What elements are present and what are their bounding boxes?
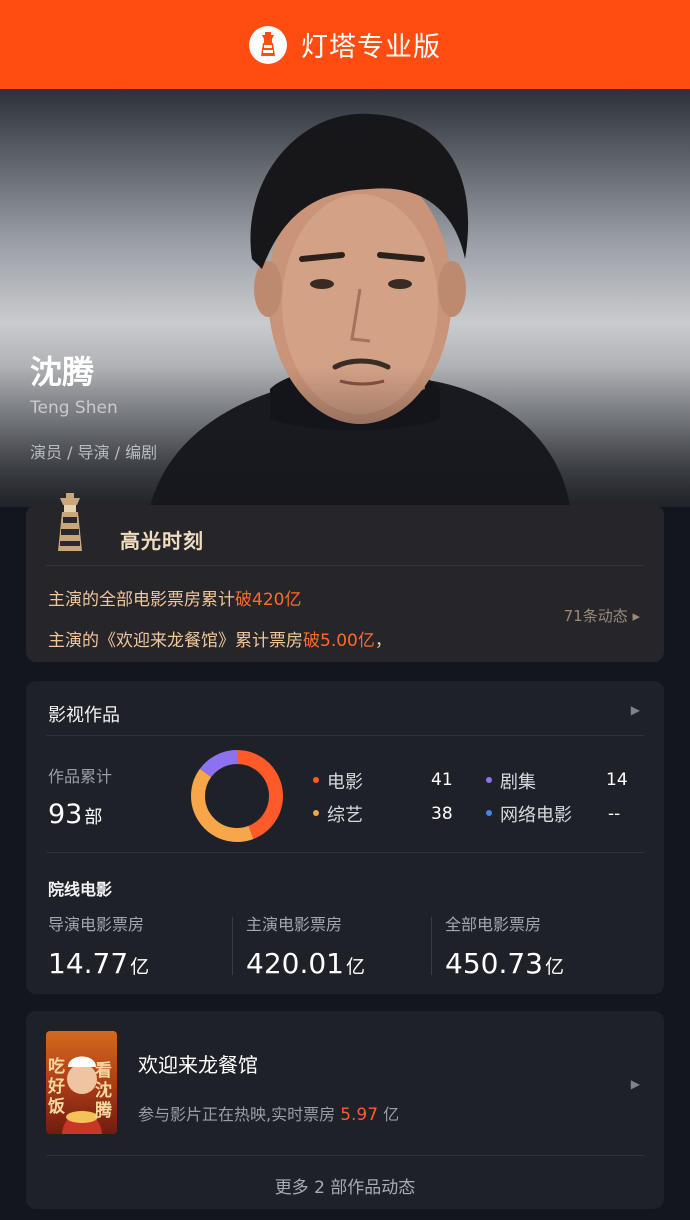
- legend-value-web-movie: --: [608, 804, 621, 824]
- movie-poster[interactable]: 吃好饭 看沈腾: [46, 1031, 117, 1134]
- legend-value-series: 14: [606, 770, 628, 790]
- more-works-link[interactable]: 更多 2 部作品动态: [26, 1173, 664, 1198]
- works-donut-chart: [191, 750, 283, 842]
- now-showing-card[interactable]: 吃好饭 看沈腾 欢迎来龙餐馆 参与影片正在热映,实时票房 5.97 亿 ▶ 更多…: [26, 1011, 664, 1209]
- box-office-lead: 主演电影票房 420.01 亿: [246, 915, 365, 980]
- app-header: 灯塔专业版: [0, 0, 690, 89]
- legend-dot: [313, 777, 319, 783]
- legend-item-movie: 电影: [313, 768, 363, 794]
- poster-text-right: 看沈腾: [95, 1061, 112, 1121]
- actor-english-name: Teng Shen: [30, 398, 118, 418]
- works-title: 影视作品: [48, 705, 120, 726]
- box-office-all: 全部电影票房 450.73 亿: [445, 915, 564, 980]
- chevron-right-icon[interactable]: ▶: [631, 703, 640, 717]
- works-total: 93 部: [48, 799, 103, 830]
- highlight-card[interactable]: 高光时刻 主演的全部电影票房累计破420亿 主演的《欢迎来龙餐馆》累计票房破5.…: [26, 493, 664, 662]
- lighthouse-badge-icon: [58, 493, 82, 551]
- actor-name: 沈腾: [30, 353, 95, 391]
- profile-hero: 沈腾 Teng Shen 演员 / 导演 / 编剧: [0, 89, 690, 507]
- box-office-director: 导演电影票房 14.77 亿: [48, 915, 150, 980]
- app-title: 灯塔专业版: [301, 32, 441, 63]
- legend-value-variety: 38: [431, 804, 453, 824]
- legend-item-variety: 综艺: [313, 801, 363, 827]
- legend-dot: [486, 810, 492, 816]
- highlight-more-link[interactable]: 71条动态 ▸: [564, 605, 640, 626]
- lighthouse-icon: [249, 25, 287, 64]
- movie-title: 欢迎来龙餐馆: [138, 1053, 258, 1077]
- poster-text-left: 吃好饭: [48, 1057, 65, 1117]
- highlight-line-2: 主演的《欢迎来龙餐馆》累计票房破5.00亿，: [48, 631, 392, 651]
- legend-dot: [313, 810, 319, 816]
- legend-dot: [486, 777, 492, 783]
- theater-movies-title: 院线电影: [48, 880, 113, 899]
- movie-description: 参与影片正在热映,实时票房 5.97 亿: [138, 1105, 400, 1125]
- works-total-label: 作品累计: [48, 767, 113, 786]
- chevron-right-icon[interactable]: ▶: [631, 1077, 640, 1091]
- legend-item-series: 剧集: [486, 768, 536, 794]
- actor-roles: 演员 / 导演 / 编剧: [30, 443, 158, 462]
- live-box-office: 5.97: [340, 1105, 379, 1125]
- highlight-line-1: 主演的全部电影票房累计破420亿: [48, 590, 302, 610]
- highlight-title: 高光时刻: [120, 529, 204, 553]
- legend-item-web-movie: 网络电影: [486, 801, 572, 827]
- legend-value-movie: 41: [431, 770, 453, 790]
- works-card: 影视作品 ▶ 作品累计 93 部 电影 41 综艺 38 剧集 14 网络电影 -…: [26, 681, 664, 994]
